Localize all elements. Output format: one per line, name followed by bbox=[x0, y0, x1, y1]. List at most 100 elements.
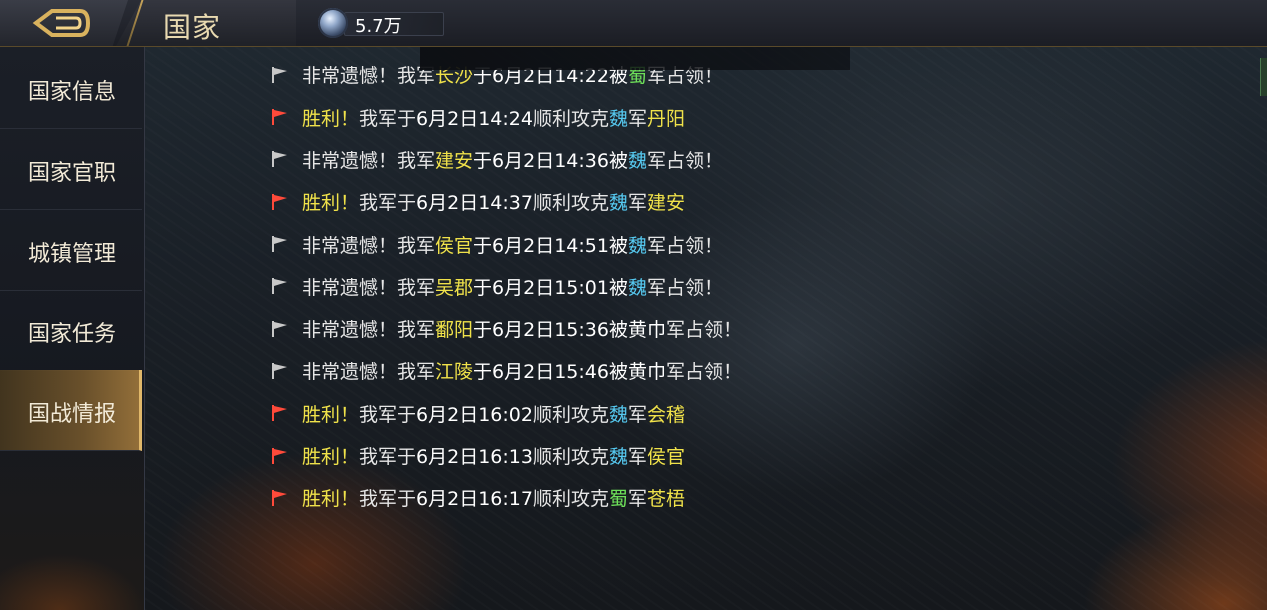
report-text: 顺利攻克 bbox=[532, 488, 609, 511]
sidebar-item-country-info[interactable]: 国家信息 bbox=[0, 48, 142, 129]
report-text: 军占领！ bbox=[646, 234, 723, 257]
sidebar-item-town-management[interactable]: 城镇管理 bbox=[0, 210, 142, 291]
gray-flag-icon bbox=[270, 277, 290, 295]
back-arrow-icon bbox=[32, 9, 90, 37]
city-name: 江陵 bbox=[435, 361, 474, 384]
sidebar-item-label: 国战情报 bbox=[28, 402, 117, 427]
faction-name: 魏 bbox=[608, 446, 628, 468]
city-name: 建安 bbox=[435, 149, 474, 172]
report-row-victory: 胜利！我军于6月2日16:17顺利攻克蜀军苍梧 bbox=[270, 483, 685, 515]
report-text: 我军于 bbox=[359, 192, 417, 215]
city-name: 吴郡 bbox=[435, 276, 474, 299]
victory-label: 胜利！ bbox=[302, 192, 360, 215]
faction-name: 魏 bbox=[627, 276, 647, 299]
side-handle[interactable] bbox=[1260, 58, 1267, 96]
report-text: 军 bbox=[628, 446, 648, 468]
war-report-list[interactable]: 非常遗憾！我军会稽于6月2日14:15被魏军占领！非常遗憾！我军长沙于6月2日1… bbox=[270, 46, 1230, 586]
top-shade-strip bbox=[420, 46, 850, 70]
report-text: 军占领！ bbox=[646, 149, 723, 172]
victory-label: 胜利！ bbox=[302, 403, 360, 426]
sidebar-item-label: 国家信息 bbox=[28, 80, 117, 105]
report-text: 非常遗憾！我军 bbox=[302, 65, 436, 88]
report-text: 军占领！ bbox=[665, 361, 742, 384]
report-row-victory: 胜利！我军于6月2日16:02顺利攻克魏军会稽 bbox=[270, 399, 685, 431]
report-text: 军占领！ bbox=[665, 319, 742, 342]
report-time: 于6月2日14:51被 bbox=[473, 234, 628, 257]
city-name: 苍梧 bbox=[647, 488, 686, 511]
report-time: 于6月2日15:46被 bbox=[473, 361, 628, 384]
report-row-victory: 胜利！我军于6月2日14:24顺利攻克魏军丹阳 bbox=[270, 103, 685, 135]
report-text: 非常遗憾！我军 bbox=[302, 319, 436, 342]
victory-label: 胜利！ bbox=[302, 446, 360, 468]
report-text: 非常遗憾！我军 bbox=[302, 149, 436, 172]
gray-flag-icon bbox=[270, 150, 290, 168]
report-time: 6月2日14:24 bbox=[416, 107, 533, 130]
faction-name: 魏 bbox=[608, 192, 628, 215]
currency-display: 5.7万 bbox=[318, 8, 444, 38]
city-name: 侯官 bbox=[647, 446, 686, 468]
sidebar-item-war-intel[interactable]: 国战情报 bbox=[0, 370, 142, 451]
report-time: 6月2日14:37 bbox=[416, 192, 533, 215]
victory-label: 胜利！ bbox=[302, 488, 360, 511]
report-text: 军 bbox=[628, 488, 648, 511]
report-text: 顺利攻克 bbox=[532, 192, 609, 215]
report-text: 顺利攻克 bbox=[532, 446, 609, 468]
city-name: 会稽 bbox=[647, 403, 686, 426]
report-time: 6月2日16:02 bbox=[416, 403, 533, 426]
sidebar-item-label: 国家官职 bbox=[28, 161, 117, 186]
report-text: 我军于 bbox=[359, 446, 417, 468]
sidebar-item-country-tasks[interactable]: 国家任务 bbox=[0, 290, 142, 371]
faction-name: 魏 bbox=[608, 403, 628, 426]
report-text: 军 bbox=[628, 403, 648, 426]
top-bar: 国家 5.7万 bbox=[0, 0, 1267, 47]
red-flag-icon bbox=[270, 489, 290, 507]
faction-name: 魏 bbox=[608, 107, 628, 130]
faction-name: 黄巾 bbox=[627, 319, 666, 342]
report-row-loss: 非常遗憾！我军吴郡于6月2日15:01被魏军占领！ bbox=[270, 272, 723, 304]
page-title: 国家 bbox=[163, 11, 222, 44]
report-text: 顺利攻克 bbox=[532, 107, 609, 130]
report-row-loss: 非常遗憾！我军江陵于6月2日15:46被黄巾军占领！ bbox=[270, 356, 742, 388]
sidebar-item-country-officials[interactable]: 国家官职 bbox=[0, 129, 142, 210]
gray-flag-icon bbox=[270, 66, 290, 84]
report-row-victory: 胜利！我军于6月2日14:37顺利攻克魏军建安 bbox=[270, 187, 685, 219]
report-row-victory: 胜利！我军于6月2日16:13顺利攻克魏军侯官 bbox=[270, 441, 685, 473]
victory-label: 胜利！ bbox=[302, 107, 360, 130]
gray-flag-icon bbox=[270, 235, 290, 253]
report-text: 军 bbox=[628, 107, 648, 130]
red-flag-icon bbox=[270, 447, 290, 465]
report-row-loss: 非常遗憾！我军建安于6月2日14:36被魏军占领！ bbox=[270, 145, 723, 177]
sidebar-item-label: 国家任务 bbox=[28, 322, 117, 347]
report-time: 于6月2日15:01被 bbox=[473, 276, 628, 299]
report-time: 6月2日16:17 bbox=[416, 488, 533, 511]
red-flag-icon bbox=[270, 404, 290, 422]
report-text: 我军于 bbox=[359, 403, 417, 426]
city-name: 建安 bbox=[647, 192, 686, 215]
report-time: 于6月2日14:36被 bbox=[473, 149, 628, 172]
report-row-loss: 非常遗憾！我军鄱阳于6月2日15:36被黄巾军占领！ bbox=[270, 314, 742, 346]
report-time: 6月2日16:13 bbox=[416, 446, 533, 468]
faction-name: 蜀 bbox=[608, 488, 628, 511]
report-text: 我军于 bbox=[359, 488, 417, 511]
city-name: 侯官 bbox=[435, 234, 474, 257]
back-button[interactable] bbox=[0, 0, 128, 46]
report-row-loss: 非常遗憾！我军侯官于6月2日14:51被魏军占领！ bbox=[270, 230, 723, 262]
report-text: 非常遗憾！我军 bbox=[302, 234, 436, 257]
report-text: 非常遗憾！我军 bbox=[302, 361, 436, 384]
report-text: 非常遗憾！我军 bbox=[302, 276, 436, 299]
red-flag-icon bbox=[270, 108, 290, 126]
report-time: 于6月2日15:36被 bbox=[473, 319, 628, 342]
currency-amount: 5.7万 bbox=[355, 16, 402, 37]
gray-flag-icon bbox=[270, 362, 290, 380]
sidebar: 国家信息 国家官职 城镇管理 国家任务 国战情报 bbox=[0, 46, 145, 610]
faction-name: 魏 bbox=[627, 234, 647, 257]
city-name: 鄱阳 bbox=[435, 319, 474, 342]
city-name: 丹阳 bbox=[647, 107, 686, 130]
gem-icon bbox=[318, 8, 348, 38]
gray-flag-icon bbox=[270, 320, 290, 338]
report-text: 顺利攻克 bbox=[532, 403, 609, 426]
report-text: 军占领！ bbox=[646, 276, 723, 299]
report-text: 我军于 bbox=[359, 107, 417, 130]
faction-name: 黄巾 bbox=[627, 361, 666, 384]
red-flag-icon bbox=[270, 193, 290, 211]
